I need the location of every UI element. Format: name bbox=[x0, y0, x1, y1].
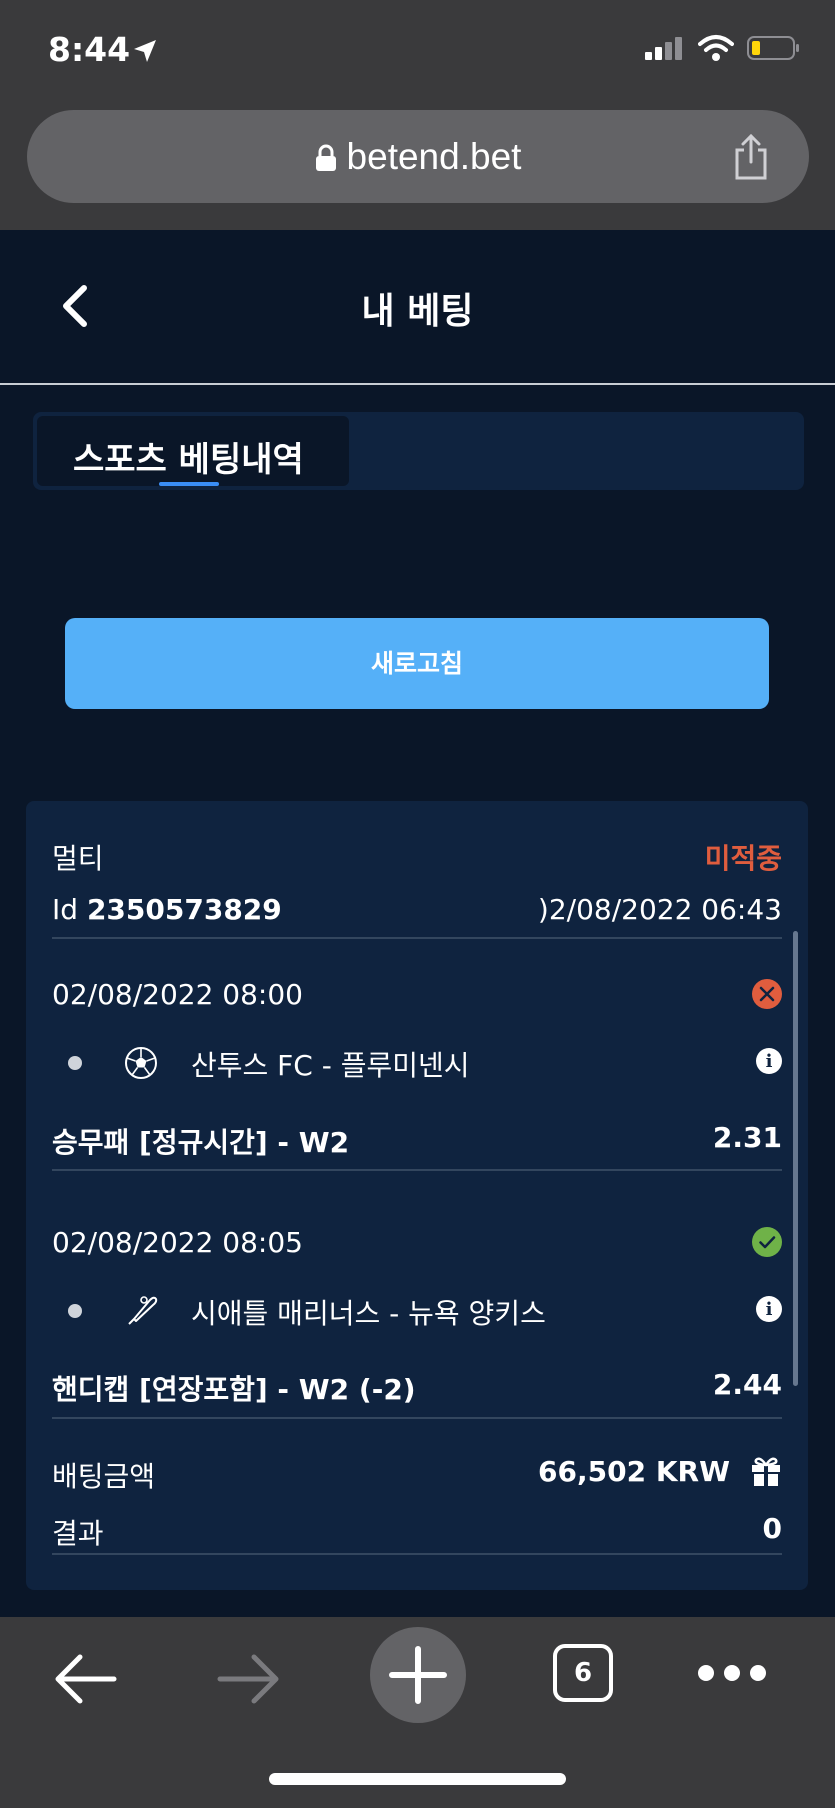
bet-type: 멀티 bbox=[52, 842, 104, 875]
selection-2-market: 핸디캡 [연장포함] - W2 (-2) bbox=[52, 1373, 416, 1406]
result-label: 결과 bbox=[52, 1517, 104, 1550]
selection-1-odds: 2.31 bbox=[712, 1121, 782, 1154]
tab-sports-history[interactable]: 스포츠 베팅내역 bbox=[37, 416, 349, 486]
share-icon[interactable] bbox=[731, 132, 771, 182]
tab-label: 스포츠 베팅내역 bbox=[73, 440, 304, 480]
plus-icon bbox=[389, 1646, 447, 1704]
new-tab-button[interactable] bbox=[370, 1627, 466, 1723]
scrollbar[interactable] bbox=[793, 931, 798, 1386]
divider bbox=[52, 1169, 782, 1171]
bet-status-badge: 미적중 bbox=[704, 842, 782, 875]
stake-value: 66,502 KRW bbox=[538, 1455, 730, 1488]
url-text: betend.bet bbox=[346, 136, 522, 177]
result-value: 0 bbox=[762, 1512, 782, 1545]
baseball-bat-icon bbox=[128, 1296, 158, 1325]
lock-icon bbox=[315, 144, 336, 171]
wifi-icon bbox=[697, 35, 734, 61]
tabs-count-button[interactable]: 6 bbox=[553, 1644, 613, 1702]
won-check-icon bbox=[752, 1227, 782, 1257]
home-indicator bbox=[269, 1773, 566, 1785]
refresh-button[interactable]: 새로고침 bbox=[65, 618, 769, 709]
signal-icon bbox=[644, 37, 682, 60]
bet-id: Id 2350573829 bbox=[52, 893, 282, 926]
browser-back-button[interactable] bbox=[50, 1649, 118, 1709]
tabs-bar: 스포츠 베팅내역 bbox=[33, 412, 804, 490]
lost-x-icon bbox=[752, 979, 782, 1009]
divider bbox=[52, 1553, 782, 1555]
divider bbox=[52, 937, 782, 939]
selection-1-market: 승무패 [정규시간] - W2 bbox=[52, 1126, 350, 1159]
bet-id-label: Id bbox=[52, 893, 79, 926]
bet-card: 멀티 미적중 Id 2350573829 )2/08/2022 06:43 02… bbox=[26, 801, 808, 1590]
selection-2-datetime: 02/08/2022 08:05 bbox=[52, 1226, 303, 1259]
info-icon[interactable]: i bbox=[756, 1048, 782, 1074]
browser-forward-button[interactable] bbox=[216, 1649, 284, 1709]
selection-1-match: 산투스 FC - 플루미넨시 bbox=[191, 1049, 470, 1082]
gift-icon[interactable] bbox=[750, 1455, 782, 1487]
info-icon[interactable]: i bbox=[756, 1296, 782, 1322]
page-title: 내 베팅 bbox=[361, 291, 474, 332]
browser-address-bar: betend.bet bbox=[0, 100, 835, 230]
bullet-dot bbox=[68, 1304, 82, 1318]
stake-label: 배팅금액 bbox=[52, 1460, 156, 1493]
bullet-dot bbox=[68, 1056, 82, 1070]
location-arrow-icon bbox=[134, 40, 156, 62]
selection-1-datetime: 02/08/2022 08:00 bbox=[52, 978, 303, 1011]
battery-icon bbox=[747, 36, 799, 60]
status-bar: 8:44 bbox=[0, 0, 835, 100]
url-display: betend.bet bbox=[27, 136, 809, 178]
bet-placed-at: )2/08/2022 06:43 bbox=[537, 893, 782, 926]
url-field[interactable]: betend.bet bbox=[27, 110, 809, 203]
status-indicators bbox=[644, 34, 801, 62]
tab-active-indicator bbox=[159, 482, 219, 486]
page-header: 내 베팅 bbox=[0, 230, 835, 385]
more-options-icon[interactable] bbox=[696, 1661, 768, 1685]
refresh-label: 새로고침 bbox=[370, 650, 463, 678]
selection-2-odds: 2.44 bbox=[712, 1368, 782, 1401]
bet-id-value: 2350573829 bbox=[86, 893, 282, 926]
selection-2-match: 시애틀 매리너스 - 뉴욕 양키스 bbox=[191, 1297, 546, 1330]
status-time: 8:44 bbox=[48, 30, 131, 69]
soccer-ball-icon bbox=[125, 1047, 157, 1079]
divider bbox=[52, 1417, 782, 1419]
